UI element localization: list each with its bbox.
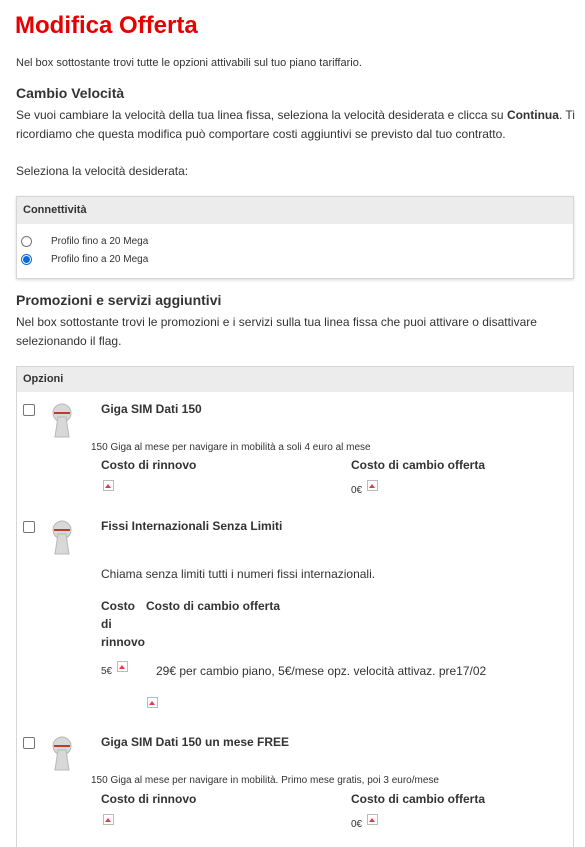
change-cost-label: Costo di cambio offerta (351, 458, 486, 472)
promos-description: Nel box sottostante trovi le promozioni … (16, 315, 537, 348)
option-checkbox[interactable] (23, 521, 35, 533)
renewal-cost-label: rinnovo (101, 635, 145, 649)
connectivity-box: Connettività Profilo fino a 20 Mega Prof… (16, 196, 574, 279)
speed-select-label: Seleziona la velocità desiderata: (16, 164, 189, 178)
renewal-cost-label: Costo di rinnovo (101, 458, 197, 472)
option-checkbox[interactable] (23, 404, 35, 416)
renewal-cost-value: 5€ (101, 666, 113, 677)
keyhole-icon (52, 520, 72, 555)
renewal-cost-label: Costo (101, 599, 135, 613)
broken-image-icon (103, 814, 114, 825)
connectivity-option[interactable]: Profilo fino a 20 Mega (21, 232, 148, 250)
broken-image-icon (147, 697, 158, 708)
connectivity-option-label: Profilo fino a 20 Mega (51, 235, 149, 247)
change-cost-label: Costo di cambio offerta (146, 599, 281, 613)
options-header: Opzioni (17, 367, 573, 392)
change-cost-value: 0€ (351, 485, 363, 496)
broken-image-icon (367, 480, 378, 491)
connectivity-header: Connettività (17, 197, 573, 224)
option-checkbox[interactable] (23, 737, 35, 749)
speed-description: Se vuoi cambiare la velocità della tua l… (16, 108, 575, 141)
promos-section-title: Promozioni e servizi aggiuntivi (16, 292, 222, 308)
radio-button-selected[interactable] (21, 253, 32, 265)
change-cost-value: 0€ (351, 819, 363, 830)
broken-image-icon (103, 480, 114, 491)
keyhole-icon (52, 736, 72, 771)
broken-image-icon (367, 814, 378, 825)
continua-keyword: Continua (506, 108, 559, 122)
option-description: 150 Giga al mese per navigare in mobilit… (91, 775, 439, 786)
options-box: Opzioni Giga SIM Dati 150 150 Giga al me… (16, 366, 574, 847)
option-description: Chiama senza limiti tutti i numeri fissi… (101, 567, 376, 581)
option-description: 150 Giga al mese per navigare in mobilit… (91, 442, 371, 453)
broken-image-icon (117, 661, 128, 672)
connectivity-option-selected[interactable]: Profilo fino a 20 Mega (21, 250, 148, 268)
renewal-cost-label: di (101, 617, 112, 631)
keyhole-icon (52, 403, 72, 438)
renewal-cost-label: Costo di rinnovo (101, 792, 197, 806)
change-cost-value: 29€ per cambio piano, 5€/mese opz. veloc… (156, 664, 487, 678)
speed-section-title: Cambio Velocità (16, 85, 125, 101)
option-title: Giga SIM Dati 150 (101, 402, 202, 416)
change-cost-label: Costo di cambio offerta (351, 792, 486, 806)
option-title: Giga SIM Dati 150 un mese FREE (101, 735, 290, 749)
page-title: Modifica Offerta (15, 12, 198, 39)
radio-button[interactable] (21, 235, 32, 247)
intro-text: Nel box sottostante trovi tutte le opzio… (16, 57, 362, 69)
option-title: Fissi Internazionali Senza Limiti (101, 519, 283, 533)
connectivity-option-label: Profilo fino a 20 Mega (51, 253, 149, 265)
